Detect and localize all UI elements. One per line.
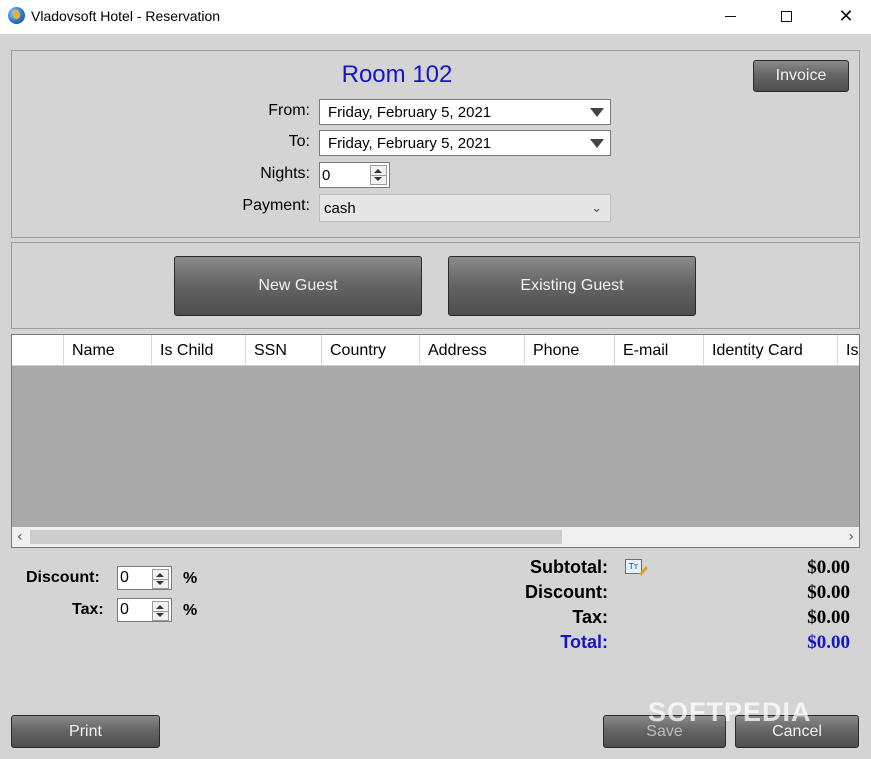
spin-up-icon[interactable] — [374, 169, 382, 173]
from-date-picker[interactable]: Friday, February 5, 2021 — [319, 99, 611, 125]
spin-down-icon[interactable] — [156, 581, 164, 585]
spin-up-icon[interactable] — [156, 605, 164, 609]
tax-value: 0 — [120, 601, 129, 618]
invoice-button[interactable]: Invoice — [753, 60, 849, 92]
summary-discount-label: Discount: — [525, 582, 608, 602]
new-guest-button[interactable]: New Guest — [174, 256, 422, 316]
minimize-icon — [724, 15, 736, 17]
column-header-address[interactable]: Address — [420, 335, 525, 366]
summary-tax-value: $0.00 — [807, 607, 850, 628]
maximize-icon — [780, 10, 792, 22]
column-header-row-selector[interactable] — [12, 335, 64, 366]
subtotal-label: Subtotal: — [530, 557, 608, 577]
existing-guest-button[interactable]: Existing Guest — [448, 256, 696, 316]
total-label: Total: — [560, 632, 608, 652]
window-title: Vladovsoft Hotel - Reservation — [31, 8, 221, 24]
from-date-value: Friday, February 5, 2021 — [328, 104, 492, 121]
close-icon: ✕ — [838, 5, 854, 27]
scroll-left-icon[interactable]: ‹ — [17, 529, 23, 545]
column-header-email[interactable]: E-mail — [615, 335, 704, 366]
to-label: To: — [288, 133, 310, 150]
total-value: $0.00 — [807, 632, 850, 653]
minimize-button[interactable] — [707, 0, 753, 32]
guests-table[interactable]: Name Is Child SSN Country Address Phone … — [11, 334, 860, 548]
payment-value: cash — [324, 200, 356, 217]
hotel-globe-icon — [8, 7, 25, 24]
nights-spinner[interactable] — [370, 165, 387, 185]
nights-value: 0 — [322, 167, 331, 184]
edit-calculation-icon[interactable]: Tт — [625, 559, 642, 574]
scrollbar-thumb[interactable] — [30, 530, 562, 544]
spin-up-icon[interactable] — [156, 573, 164, 577]
table-header: Name Is Child SSN Country Address Phone … — [12, 335, 859, 366]
maximize-button[interactable] — [763, 0, 809, 32]
payment-label: Payment: — [242, 197, 310, 214]
discount-stepper[interactable]: 0 — [117, 566, 172, 590]
discount-value: 0 — [120, 569, 129, 586]
discount-spinner[interactable] — [152, 569, 169, 589]
discount-label: Discount: — [26, 569, 100, 586]
nights-stepper[interactable]: 0 — [319, 162, 390, 188]
payment-select[interactable]: cash ⌄ — [319, 194, 611, 222]
tax-percent-sign: % — [183, 602, 198, 619]
title-bar: Vladovsoft Hotel - Reservation ✕ — [0, 0, 871, 34]
column-header-is-truncated[interactable]: Is — [838, 335, 859, 366]
print-button[interactable]: Print — [11, 715, 160, 748]
tax-label: Tax: — [72, 601, 104, 618]
column-header-name[interactable]: Name — [64, 335, 152, 366]
guest-actions-panel: New Guest Existing Guest — [11, 242, 860, 329]
subtotal-value: $0.00 — [807, 557, 850, 578]
column-header-phone[interactable]: Phone — [525, 335, 615, 366]
summary-tax-label: Tax: — [572, 607, 608, 627]
from-label: From: — [268, 102, 310, 119]
close-button[interactable]: ✕ — [823, 0, 869, 32]
chevron-down-icon: ⌄ — [591, 201, 602, 216]
softpedia-watermark: SOFTPEDIA — [648, 697, 812, 727]
spin-down-icon[interactable] — [156, 613, 164, 617]
scroll-right-icon[interactable]: › — [848, 529, 854, 545]
to-date-picker[interactable]: Friday, February 5, 2021 — [319, 130, 611, 156]
dropdown-arrow-icon[interactable] — [590, 108, 604, 117]
horizontal-scrollbar[interactable]: ‹ › — [12, 527, 859, 547]
column-header-identity-card[interactable]: Identity Card — [704, 335, 838, 366]
nights-label: Nights: — [260, 165, 310, 182]
room-title: Room 102 — [341, 61, 453, 88]
to-date-value: Friday, February 5, 2021 — [328, 135, 492, 152]
summary-discount-value: $0.00 — [807, 582, 850, 603]
tax-stepper[interactable]: 0 — [117, 598, 172, 622]
column-header-ssn[interactable]: SSN — [246, 335, 322, 366]
tax-spinner[interactable] — [152, 601, 169, 621]
discount-percent-sign: % — [183, 570, 198, 587]
dropdown-arrow-icon[interactable] — [590, 139, 604, 148]
column-header-is-child[interactable]: Is Child — [152, 335, 246, 366]
spin-down-icon[interactable] — [374, 177, 382, 181]
reservation-panel: Room 102 Invoice From: Friday, February … — [11, 50, 860, 238]
column-header-country[interactable]: Country — [322, 335, 420, 366]
